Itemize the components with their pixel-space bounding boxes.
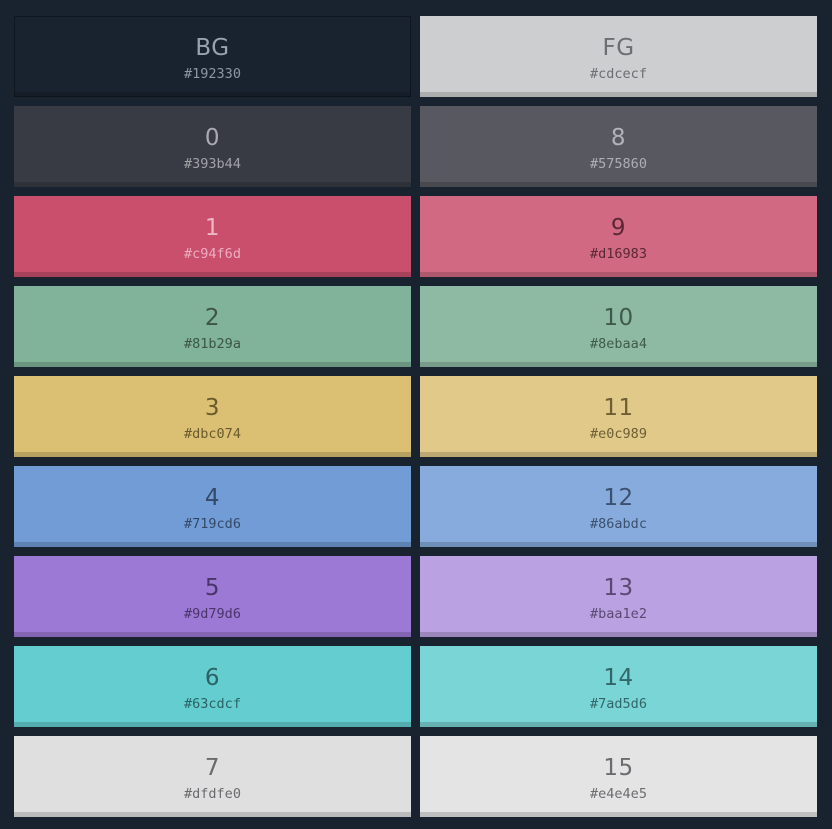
swatch-shadow-stripe <box>420 182 817 187</box>
swatch-shadow-stripe <box>420 722 817 727</box>
swatch-hex: #baa1e2 <box>590 606 647 622</box>
swatch-hex: #86abdc <box>590 516 647 532</box>
swatch-hex: #e0c989 <box>590 426 647 442</box>
swatch-shadow-stripe <box>420 542 817 547</box>
swatch-name: 11 <box>603 395 634 421</box>
swatch-color-0[interactable]: 0 #393b44 <box>14 106 411 187</box>
swatch-shadow-stripe <box>14 362 411 367</box>
swatch-hex: #d16983 <box>590 246 647 262</box>
swatch-color-1[interactable]: 1 #c94f6d <box>14 196 411 277</box>
swatch-hex: #81b29a <box>184 336 241 352</box>
swatch-color-4[interactable]: 4 #719cd6 <box>14 466 411 547</box>
swatch-name: BG <box>195 35 230 61</box>
swatch-name: 6 <box>204 665 221 691</box>
swatch-color-12[interactable]: 12 #86abdc <box>420 466 817 547</box>
swatch-shadow-stripe <box>420 92 817 97</box>
swatch-shadow-stripe <box>420 362 817 367</box>
swatch-shadow-stripe <box>420 632 817 637</box>
swatch-color-9[interactable]: 9 #d16983 <box>420 196 817 277</box>
swatch-name: 14 <box>603 665 634 691</box>
swatch-hex: #719cd6 <box>184 516 241 532</box>
color-palette-grid: BG #192330 FG #cdcecf 0 #393b44 8 #575860 1 #… <box>14 16 817 817</box>
swatch-hex: #7ad5d6 <box>590 696 647 712</box>
swatch-name: 2 <box>204 305 221 331</box>
swatch-hex: #e4e4e5 <box>590 786 647 802</box>
swatch-name: 0 <box>204 125 221 151</box>
swatch-color-2[interactable]: 2 #81b29a <box>14 286 411 367</box>
swatch-hex: #9d79d6 <box>184 606 241 622</box>
swatch-shadow-stripe <box>14 182 411 187</box>
swatch-hex: #575860 <box>590 156 647 172</box>
swatch-color-7[interactable]: 7 #dfdfe0 <box>14 736 411 817</box>
swatch-name: 3 <box>204 395 221 421</box>
swatch-shadow-stripe <box>420 812 817 817</box>
swatch-name: 10 <box>603 305 634 331</box>
swatch-shadow-stripe <box>420 272 817 277</box>
swatch-hex: #8ebaa4 <box>590 336 647 352</box>
swatch-color-8[interactable]: 8 #575860 <box>420 106 817 187</box>
swatch-shadow-stripe <box>14 542 411 547</box>
swatch-name: 5 <box>204 575 221 601</box>
swatch-name: 7 <box>204 755 221 781</box>
swatch-color-13[interactable]: 13 #baa1e2 <box>420 556 817 637</box>
swatch-shadow-stripe <box>14 632 411 637</box>
swatch-shadow-stripe <box>420 452 817 457</box>
swatch-color-6[interactable]: 6 #63cdcf <box>14 646 411 727</box>
swatch-color-15[interactable]: 15 #e4e4e5 <box>420 736 817 817</box>
swatch-hex: #c94f6d <box>184 246 241 262</box>
swatch-shadow-stripe <box>14 452 411 457</box>
swatch-hex: #cdcecf <box>590 66 647 82</box>
swatch-name: 1 <box>204 215 221 241</box>
swatch-hex: #dbc074 <box>184 426 241 442</box>
swatch-shadow-stripe <box>14 722 411 727</box>
swatch-shadow-stripe <box>14 272 411 277</box>
swatch-name: 8 <box>610 125 627 151</box>
swatch-hex: #192330 <box>184 66 241 82</box>
swatch-color-5[interactable]: 5 #9d79d6 <box>14 556 411 637</box>
swatch-name: 4 <box>204 485 221 511</box>
swatch-name: 15 <box>603 755 634 781</box>
swatch-bg[interactable]: BG #192330 <box>14 16 411 97</box>
swatch-color-14[interactable]: 14 #7ad5d6 <box>420 646 817 727</box>
swatch-name: 13 <box>603 575 634 601</box>
swatch-shadow-stripe <box>14 812 411 817</box>
swatch-hex: #dfdfe0 <box>184 786 241 802</box>
swatch-name: 12 <box>603 485 634 511</box>
swatch-hex: #393b44 <box>184 156 241 172</box>
swatch-color-10[interactable]: 10 #8ebaa4 <box>420 286 817 367</box>
swatch-color-11[interactable]: 11 #e0c989 <box>420 376 817 457</box>
swatch-shadow-stripe <box>14 92 411 97</box>
swatch-color-3[interactable]: 3 #dbc074 <box>14 376 411 457</box>
swatch-fg[interactable]: FG #cdcecf <box>420 16 817 97</box>
swatch-name: FG <box>602 35 635 61</box>
swatch-hex: #63cdcf <box>184 696 241 712</box>
swatch-name: 9 <box>610 215 627 241</box>
